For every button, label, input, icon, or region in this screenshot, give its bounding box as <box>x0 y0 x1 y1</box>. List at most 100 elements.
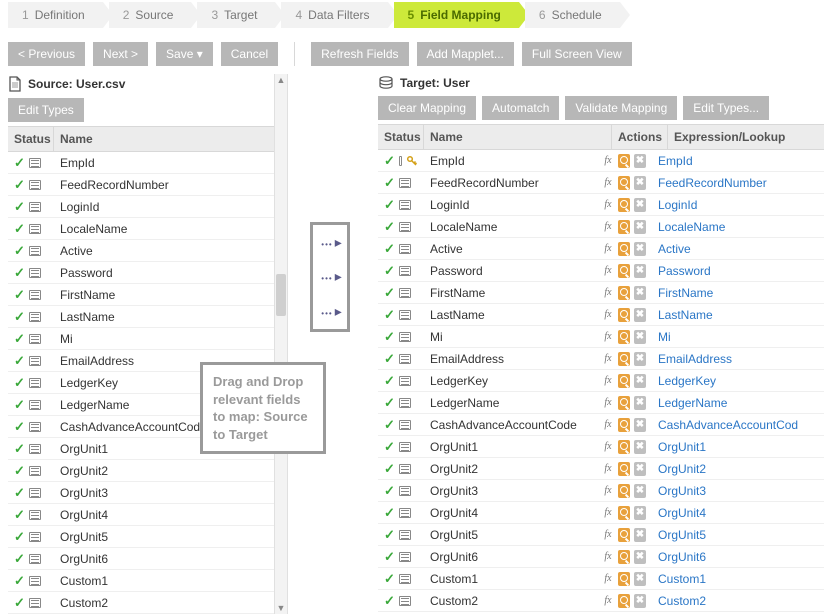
lookup-icon[interactable] <box>618 484 630 498</box>
clear-icon[interactable]: ✖ <box>634 528 646 542</box>
previous-button[interactable]: < Previous <box>8 42 85 66</box>
expression-link[interactable]: LocaleName <box>652 220 824 234</box>
target-field-row[interactable]: ✓LedgerNamefx✖LedgerName <box>378 392 824 414</box>
source-field-row[interactable]: ✓Password <box>8 262 288 284</box>
target-field-row[interactable]: ✓LedgerKeyfx✖LedgerKey <box>378 370 824 392</box>
expression-link[interactable]: Active <box>652 242 824 256</box>
source-field-row[interactable]: ✓EmpId <box>8 152 288 174</box>
scrollbar-thumb[interactable] <box>276 274 286 316</box>
fx-icon[interactable]: fx <box>602 154 614 168</box>
source-field-row[interactable]: ✓OrgUnit6 <box>8 548 288 570</box>
expression-link[interactable]: LedgerKey <box>652 374 824 388</box>
validate-mapping-button[interactable]: Validate Mapping <box>565 96 677 120</box>
clear-icon[interactable]: ✖ <box>634 242 646 256</box>
wizard-step-target[interactable]: 3 Target <box>197 2 275 28</box>
lookup-icon[interactable] <box>618 308 630 322</box>
expression-link[interactable]: EmailAddress <box>652 352 824 366</box>
lookup-icon[interactable] <box>618 264 630 278</box>
expression-link[interactable]: LastName <box>652 308 824 322</box>
target-field-row[interactable]: ✓Passwordfx✖Password <box>378 260 824 282</box>
expression-link[interactable]: Mi <box>652 330 824 344</box>
clear-icon[interactable]: ✖ <box>634 308 646 322</box>
target-field-row[interactable]: ✓EmpIdfx✖EmpId <box>378 150 824 172</box>
fx-icon[interactable]: fx <box>602 198 614 212</box>
expression-link[interactable]: OrgUnit1 <box>652 440 824 454</box>
edit-types-button[interactable]: Edit Types <box>8 98 84 122</box>
lookup-icon[interactable] <box>618 418 630 432</box>
clear-icon[interactable]: ✖ <box>634 440 646 454</box>
target-field-row[interactable]: ✓CashAdvanceAccountCodefx✖CashAdvanceAcc… <box>378 414 824 436</box>
target-field-row[interactable]: ✓FeedRecordNumberfx✖FeedRecordNumber <box>378 172 824 194</box>
lookup-icon[interactable] <box>618 242 630 256</box>
next-button[interactable]: Next > <box>93 42 148 66</box>
clear-icon[interactable]: ✖ <box>634 330 646 344</box>
wizard-step-source[interactable]: 2 Source <box>109 2 192 28</box>
target-field-row[interactable]: ✓EmailAddressfx✖EmailAddress <box>378 348 824 370</box>
source-field-row[interactable]: ✓LastName <box>8 306 288 328</box>
clear-mapping-button[interactable]: Clear Mapping <box>378 96 476 120</box>
fx-icon[interactable]: fx <box>602 264 614 278</box>
clear-icon[interactable]: ✖ <box>634 264 646 278</box>
lookup-icon[interactable] <box>618 352 630 366</box>
fx-icon[interactable]: fx <box>602 176 614 190</box>
clear-icon[interactable]: ✖ <box>634 220 646 234</box>
lookup-icon[interactable] <box>618 440 630 454</box>
source-field-row[interactable]: ✓Custom2 <box>8 592 288 614</box>
edit-types-target-button[interactable]: Edit Types... <box>683 96 769 120</box>
source-scrollbar[interactable]: ▲ ▼ <box>274 74 288 614</box>
target-field-row[interactable]: ✓Custom2fx✖Custom2 <box>378 590 824 612</box>
clear-icon[interactable]: ✖ <box>634 286 646 300</box>
target-field-row[interactable]: ✓Mifx✖Mi <box>378 326 824 348</box>
cancel-button[interactable]: Cancel <box>221 42 278 66</box>
target-field-row[interactable]: ✓OrgUnit6fx✖OrgUnit6 <box>378 546 824 568</box>
target-field-row[interactable]: ✓OrgUnit5fx✖OrgUnit5 <box>378 524 824 546</box>
target-field-row[interactable]: ✓Activefx✖Active <box>378 238 824 260</box>
expression-link[interactable]: Custom1 <box>652 572 824 586</box>
clear-icon[interactable]: ✖ <box>634 374 646 388</box>
wizard-step-data-filters[interactable]: 4 Data Filters <box>281 2 387 28</box>
lookup-icon[interactable] <box>618 198 630 212</box>
clear-icon[interactable]: ✖ <box>634 198 646 212</box>
target-field-row[interactable]: ✓LastNamefx✖LastName <box>378 304 824 326</box>
lookup-icon[interactable] <box>618 154 630 168</box>
source-field-row[interactable]: ✓Custom1 <box>8 570 288 592</box>
source-field-row[interactable]: ✓LoginId <box>8 196 288 218</box>
clear-icon[interactable]: ✖ <box>634 462 646 476</box>
target-field-row[interactable]: ✓LoginIdfx✖LoginId <box>378 194 824 216</box>
clear-icon[interactable]: ✖ <box>634 154 646 168</box>
fx-icon[interactable]: fx <box>602 242 614 256</box>
lookup-icon[interactable] <box>618 330 630 344</box>
expression-link[interactable]: Password <box>652 264 824 278</box>
expression-link[interactable]: OrgUnit2 <box>652 462 824 476</box>
source-field-row[interactable]: ✓OrgUnit5 <box>8 526 288 548</box>
clear-icon[interactable]: ✖ <box>634 176 646 190</box>
target-field-row[interactable]: ✓OrgUnit4fx✖OrgUnit4 <box>378 502 824 524</box>
lookup-icon[interactable] <box>618 462 630 476</box>
fx-icon[interactable]: fx <box>602 418 614 432</box>
fx-icon[interactable]: fx <box>602 550 614 564</box>
fx-icon[interactable]: fx <box>602 220 614 234</box>
scroll-down-icon[interactable]: ▼ <box>275 602 287 614</box>
source-field-row[interactable]: ✓OrgUnit2 <box>8 460 288 482</box>
clear-icon[interactable]: ✖ <box>634 550 646 564</box>
target-field-row[interactable]: ✓OrgUnit3fx✖OrgUnit3 <box>378 480 824 502</box>
save-button[interactable]: Save <box>156 42 213 66</box>
source-field-row[interactable]: ✓LocaleName <box>8 218 288 240</box>
lookup-icon[interactable] <box>618 506 630 520</box>
clear-icon[interactable]: ✖ <box>634 572 646 586</box>
expression-link[interactable]: OrgUnit5 <box>652 528 824 542</box>
lookup-icon[interactable] <box>618 176 630 190</box>
source-field-row[interactable]: ✓FeedRecordNumber <box>8 174 288 196</box>
lookup-icon[interactable] <box>618 528 630 542</box>
lookup-icon[interactable] <box>618 594 630 608</box>
fx-icon[interactable]: fx <box>602 330 614 344</box>
fx-icon[interactable]: fx <box>602 572 614 586</box>
source-field-row[interactable]: ✓OrgUnit4 <box>8 504 288 526</box>
lookup-icon[interactable] <box>618 396 630 410</box>
target-field-row[interactable]: ✓FirstNamefx✖FirstName <box>378 282 824 304</box>
wizard-step-definition[interactable]: 1 Definition <box>8 2 103 28</box>
fx-icon[interactable]: fx <box>602 286 614 300</box>
target-field-row[interactable]: ✓LocaleNamefx✖LocaleName <box>378 216 824 238</box>
lookup-icon[interactable] <box>618 286 630 300</box>
expression-link[interactable]: OrgUnit4 <box>652 506 824 520</box>
